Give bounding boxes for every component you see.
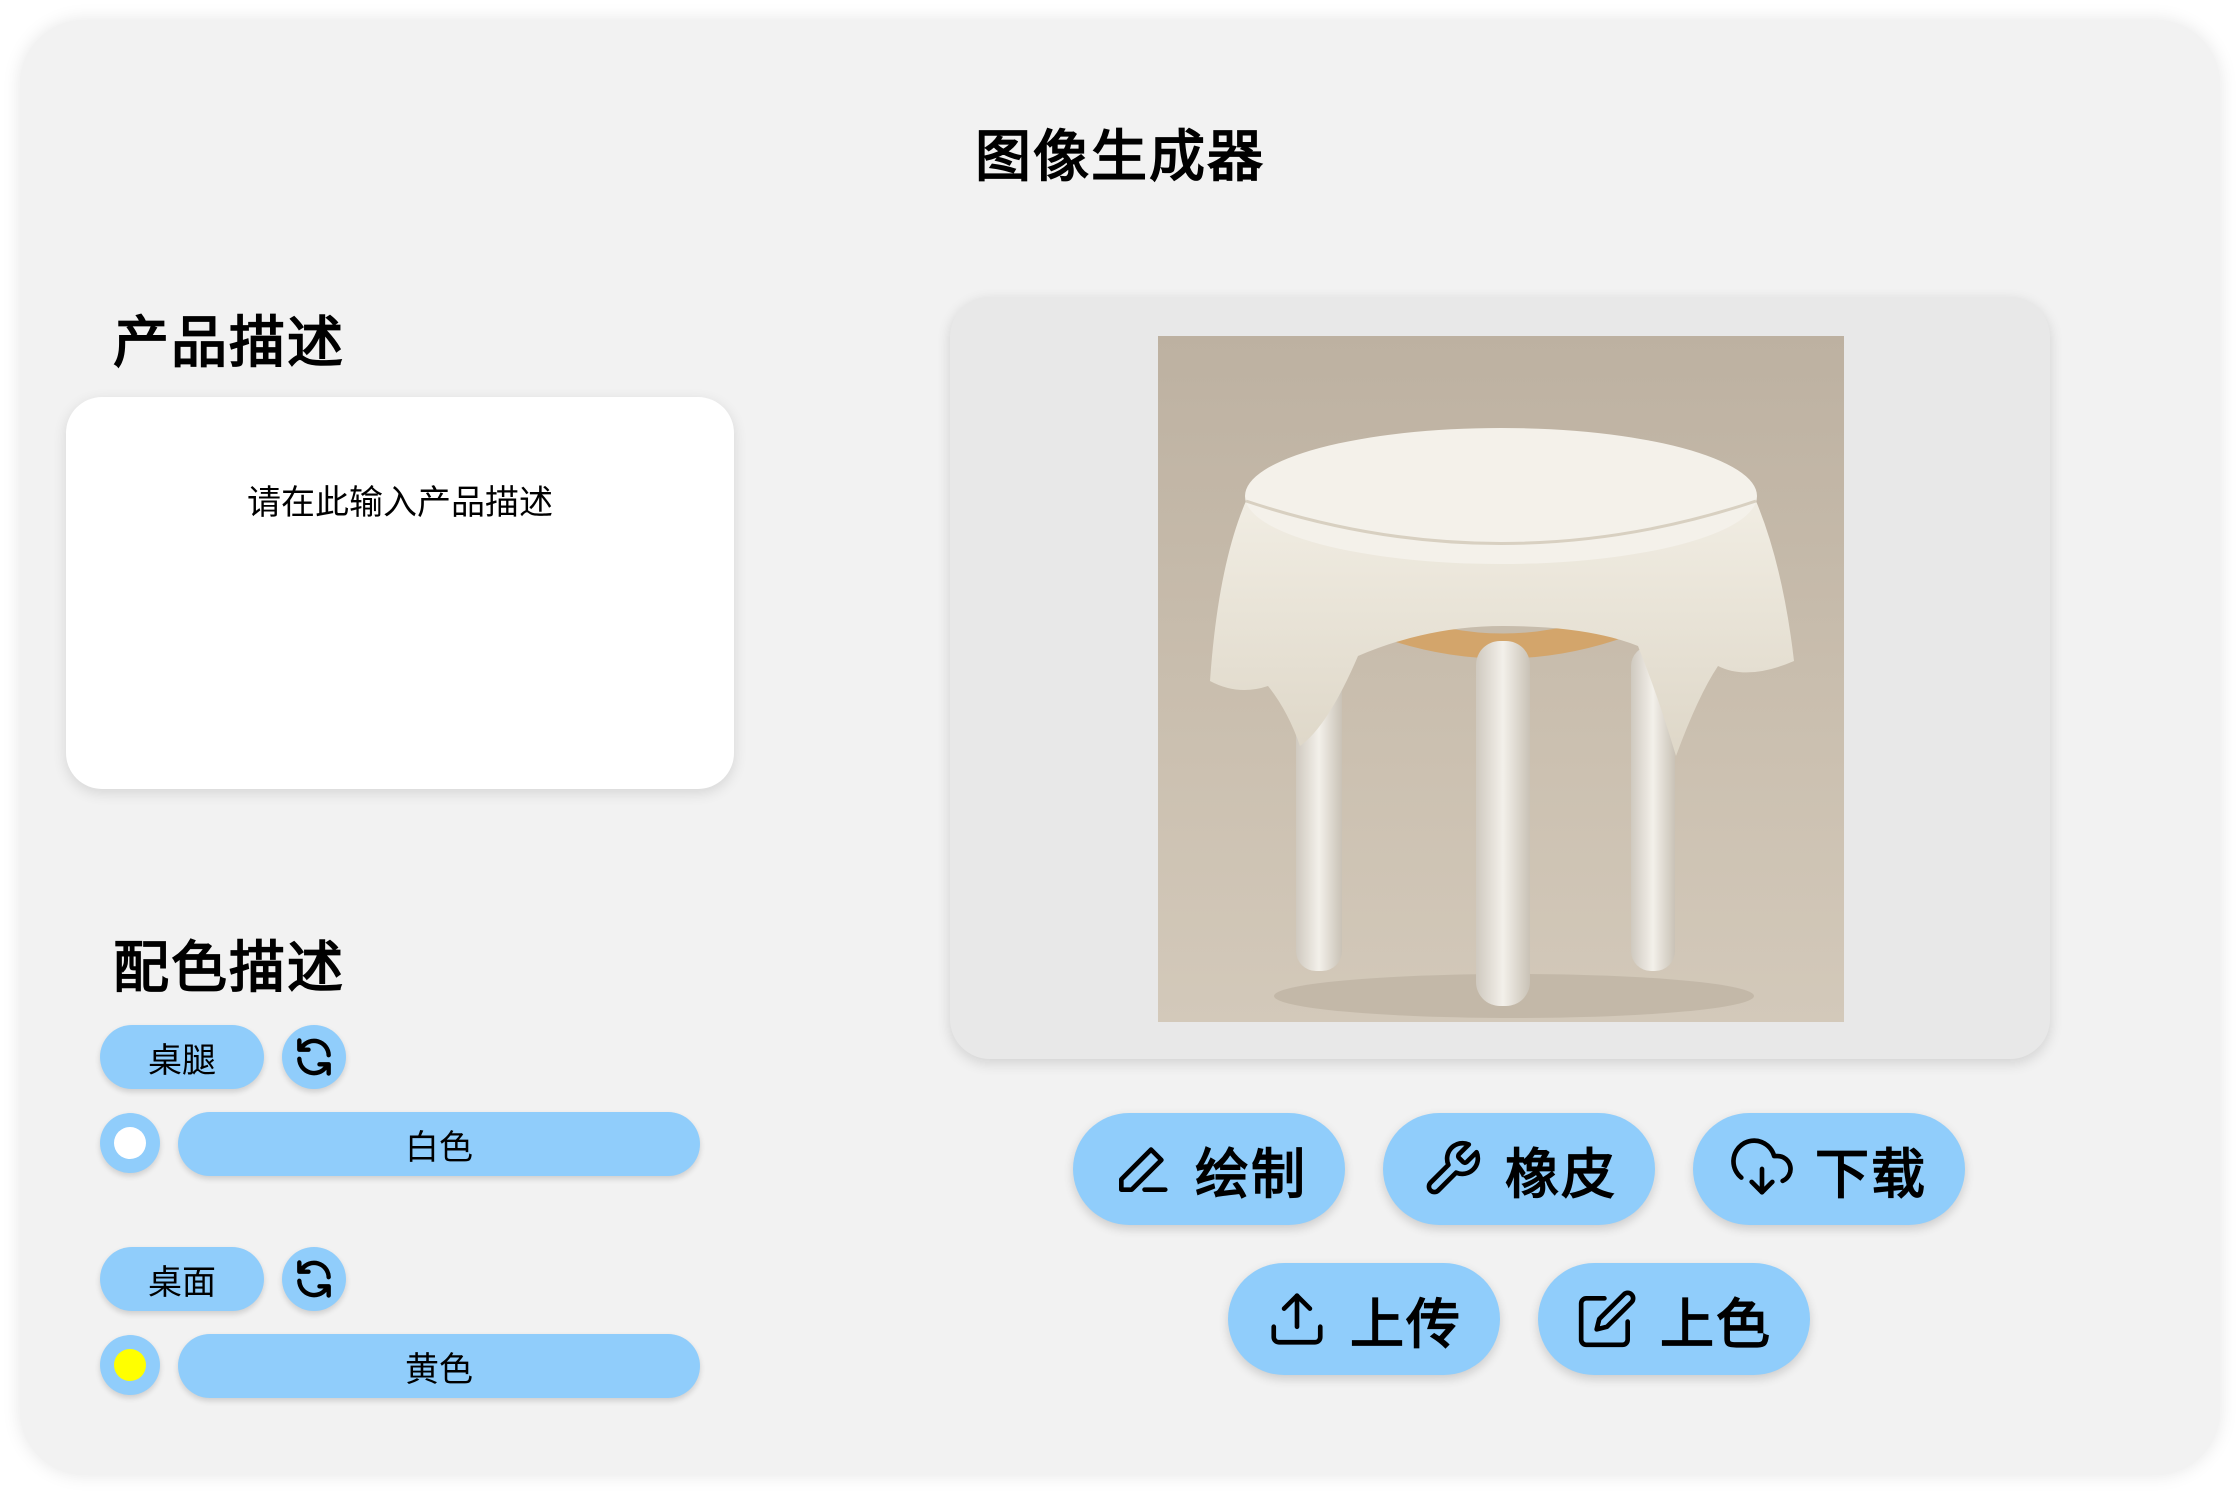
draw-button[interactable]: 绘制 bbox=[1073, 1113, 1345, 1225]
color-name-tabletop[interactable]: 黄色 bbox=[178, 1334, 700, 1398]
product-description-input[interactable] bbox=[66, 397, 734, 789]
colorize-button[interactable]: 上色 bbox=[1538, 1263, 1810, 1375]
part-tag-label: 桌腿 bbox=[148, 1040, 216, 1081]
download-button[interactable]: 下载 bbox=[1693, 1113, 1965, 1225]
upload-icon bbox=[1271, 1293, 1323, 1345]
product-description-box bbox=[66, 397, 734, 789]
eraser-button-label: 橡皮 bbox=[1505, 1142, 1617, 1206]
refresh-icon bbox=[297, 1260, 331, 1298]
product-description-heading: 产品描述 bbox=[113, 311, 345, 376]
page-title: 图像生成器 bbox=[975, 125, 1265, 190]
refresh-legs-button[interactable] bbox=[282, 1025, 346, 1089]
part-tag-tabletop[interactable]: 桌面 bbox=[100, 1247, 264, 1311]
wrench-icon bbox=[1426, 1140, 1481, 1195]
app-window: 图像生成器 产品描述 配色描述 桌腿 白色 桌面 黄色 bbox=[20, 20, 2220, 1475]
color-swatch-legs[interactable] bbox=[100, 1113, 160, 1173]
color-description-heading: 配色描述 bbox=[113, 936, 345, 1001]
part-tag-label: 桌面 bbox=[148, 1262, 216, 1303]
refresh-tabletop-button[interactable] bbox=[282, 1247, 346, 1311]
swatch-dot-white bbox=[114, 1127, 146, 1159]
part-tag-legs[interactable]: 桌腿 bbox=[100, 1025, 264, 1089]
swatch-dot-yellow bbox=[114, 1349, 146, 1381]
refresh-icon bbox=[297, 1038, 331, 1076]
draw-button-label: 绘制 bbox=[1195, 1142, 1307, 1206]
cloud-download-icon bbox=[1731, 1138, 1793, 1195]
color-name-legs[interactable]: 白色 bbox=[178, 1112, 700, 1176]
upload-button-label: 上传 bbox=[1350, 1292, 1462, 1356]
download-button-label: 下载 bbox=[1815, 1142, 1927, 1206]
pen-icon bbox=[1119, 1147, 1168, 1192]
edit-icon bbox=[1578, 1290, 1636, 1348]
color-name-label: 白色 bbox=[405, 1127, 473, 1168]
color-swatch-tabletop[interactable] bbox=[100, 1335, 160, 1395]
eraser-button[interactable]: 橡皮 bbox=[1383, 1113, 1655, 1225]
color-name-label: 黄色 bbox=[405, 1349, 473, 1390]
upload-button[interactable]: 上传 bbox=[1228, 1263, 1500, 1375]
colorize-button-label: 上色 bbox=[1660, 1292, 1772, 1356]
product-image bbox=[1158, 336, 1844, 1022]
